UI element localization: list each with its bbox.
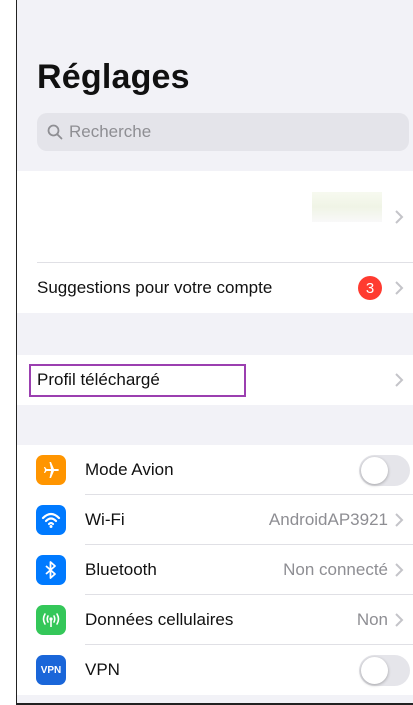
page-title: Réglages [37, 58, 190, 96]
wifi-label: Wi-Fi [85, 510, 125, 529]
account-suggestions-label: Suggestions pour votre compte [37, 278, 273, 297]
chevron-right-icon [395, 281, 404, 295]
downloaded-profile-row[interactable]: Profil téléchargé [17, 355, 413, 405]
search-placeholder: Recherche [69, 122, 152, 141]
bluetooth-row[interactable]: Bluetooth Non connecté [17, 545, 413, 595]
vpn-icon-text: VPN [40, 664, 62, 676]
chevron-right-icon [395, 513, 404, 527]
cellular-data-row[interactable]: Données cellulaires Non [17, 595, 413, 645]
airplane-mode-label: Mode Avion [85, 460, 174, 479]
toggle-knob [361, 456, 388, 484]
airplane-mode-row: Mode Avion [17, 445, 413, 495]
profile-group: Profil téléchargé [17, 355, 413, 405]
chevron-right-icon [395, 210, 404, 224]
wifi-icon [36, 505, 66, 535]
airplane-mode-toggle[interactable] [359, 454, 410, 486]
vpn-label: VPN [85, 660, 120, 679]
airplane-icon [36, 455, 66, 485]
cellular-data-value: Non [356, 610, 388, 629]
bluetooth-icon [36, 555, 66, 585]
chevron-right-icon [395, 613, 404, 627]
settings-screen: Réglages Recherche Suggestions pour votr… [16, 0, 413, 705]
bluetooth-label: Bluetooth [85, 560, 157, 579]
vpn-icon: VPN [36, 655, 66, 685]
account-suggestions-row[interactable]: Suggestions pour votre compte 3 [17, 263, 413, 313]
downloaded-profile-label: Profil téléchargé [37, 370, 160, 389]
connectivity-group: Mode Avion Wi-Fi AndroidAP3921 Bluetooth… [17, 445, 413, 695]
vpn-row: VPN VPN [17, 645, 413, 695]
search-field[interactable]: Recherche [37, 113, 409, 151]
chevron-right-icon [395, 373, 404, 387]
blurred-content [312, 192, 382, 222]
cellular-data-label: Données cellulaires [85, 610, 234, 629]
bluetooth-status-value: Non connecté [283, 560, 388, 579]
toggle-knob [361, 656, 388, 684]
wifi-row[interactable]: Wi-Fi AndroidAP3921 [17, 495, 413, 545]
antenna-icon [36, 605, 66, 635]
wifi-network-value: AndroidAP3921 [268, 510, 388, 529]
search-icon [47, 124, 63, 140]
notification-badge: 3 [358, 276, 382, 300]
vpn-toggle[interactable] [359, 654, 410, 686]
chevron-right-icon [395, 563, 404, 577]
